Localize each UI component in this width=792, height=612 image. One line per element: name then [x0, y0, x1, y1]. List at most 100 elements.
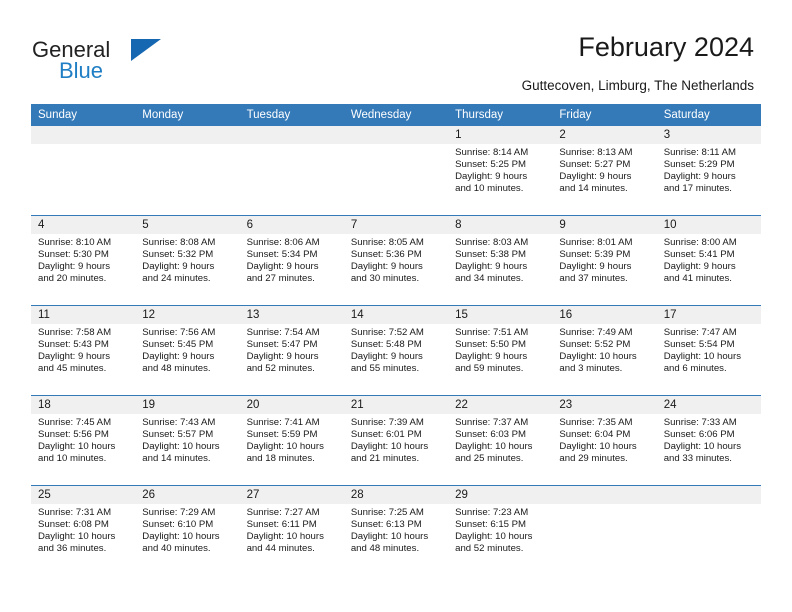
- day-detail-line: Daylight: 9 hours: [350, 351, 423, 363]
- calendar-day-cell[interactable]: 3 Sunrise: 8:11 AM Sunset: 5:29 PM Daylight…: [656, 126, 761, 216]
- weekday-header-saturday: Saturday: [656, 104, 761, 126]
- calendar-day-cell[interactable]: 5 Sunrise: 8:08 AM Sunset: 5:32 PM Daylight…: [135, 215, 240, 306]
- weekday-header-sunday: Sunday: [31, 104, 136, 126]
- day-detail-line: and 45 minutes.: [38, 363, 107, 375]
- logo-text-blue: Blue: [59, 58, 104, 83]
- day-detail-line: Sunrise: 7:43 AM: [142, 417, 216, 428]
- day-detail-line: Sunset: 6:06 PM: [663, 429, 735, 441]
- day-number: 15: [448, 306, 553, 324]
- calendar-day-cell[interactable]: 8 Sunrise: 8:03 AM Sunset: 5:38 PM Daylight…: [448, 215, 553, 306]
- calendar-day-cell[interactable]: 24 Sunrise: 7:33 AM Sunset: 6:06 PM Dayligh…: [656, 395, 761, 486]
- calendar-day-cell[interactable]: 23 Sunrise: 7:35 AM Sunset: 6:04 PM Dayligh…: [552, 395, 657, 486]
- day-detail-line: Daylight: 9 hours: [142, 261, 215, 273]
- day-number: 6: [239, 216, 344, 234]
- day-detail-line: Daylight: 10 hours: [350, 441, 429, 453]
- calendar-day-cell[interactable]: 9 Sunrise: 8:01 AM Sunset: 5:39 PM Daylight…: [552, 215, 657, 306]
- calendar-day-cell[interactable]: 26 Sunrise: 7:29 AM Sunset: 6:10 PM Dayligh…: [135, 485, 240, 575]
- day-detail-line: Daylight: 9 hours: [455, 261, 528, 273]
- day-detail-line: Sunrise: 7:27 AM: [246, 507, 320, 518]
- day-detail-line: Sunrise: 8:14 AM: [455, 147, 529, 158]
- calendar-day-cell-empty: [239, 126, 344, 216]
- day-detail-line: Daylight: 10 hours: [559, 351, 637, 363]
- day-number: 2: [552, 126, 657, 144]
- day-detail-line: and 44 minutes.: [246, 543, 315, 555]
- day-detail-line: and 34 minutes.: [455, 273, 524, 285]
- calendar-week-row: 25 Sunrise: 7:31 AM Sunset: 6:08 PM Dayligh…: [31, 485, 761, 575]
- day-detail-line: and 24 minutes.: [142, 273, 211, 285]
- day-number: 18: [31, 396, 136, 414]
- day-detail-line: Daylight: 9 hours: [559, 171, 632, 183]
- calendar-day-cell[interactable]: 14 Sunrise: 7:52 AM Sunset: 5:48 PM Dayligh…: [343, 305, 449, 396]
- day-details: [135, 144, 239, 147]
- day-detail-line: Daylight: 9 hours: [38, 351, 110, 363]
- calendar-day-cell[interactable]: 11 Sunrise: 7:58 AM Sunset: 5:43 PM Dayligh…: [31, 305, 136, 396]
- day-details: Sunrise: 7:31 AM Sunset: 6:08 PM Daylight:…: [31, 504, 135, 555]
- calendar-day-cell[interactable]: 2 Sunrise: 8:13 AM Sunset: 5:27 PM Daylight…: [552, 126, 657, 216]
- day-number: 12: [135, 306, 240, 324]
- day-detail-line: Daylight: 10 hours: [455, 531, 533, 543]
- calendar-day-cell[interactable]: 22 Sunrise: 7:37 AM Sunset: 6:03 PM Dayligh…: [448, 395, 553, 486]
- day-number: 13: [239, 306, 344, 324]
- day-detail-line: Daylight: 9 hours: [142, 351, 215, 363]
- calendar-table: Sunday Monday Tuesday Wednesday Thursday…: [31, 104, 761, 575]
- calendar-grid: Sunday Monday Tuesday Wednesday Thursday…: [31, 104, 761, 575]
- day-number: 25: [31, 486, 136, 504]
- day-number: 1: [448, 126, 553, 144]
- day-detail-line: Daylight: 10 hours: [246, 531, 324, 543]
- day-detail-line: Sunrise: 7:58 AM: [38, 327, 112, 338]
- calendar-day-cell[interactable]: 6 Sunrise: 8:06 AM Sunset: 5:34 PM Daylight…: [239, 215, 344, 306]
- day-number: [656, 486, 761, 504]
- calendar-day-cell[interactable]: 29 Sunrise: 7:23 AM Sunset: 6:15 PM Dayligh…: [448, 485, 553, 575]
- day-details: Sunrise: 8:06 AM Sunset: 5:34 PM Daylight:…: [240, 234, 344, 285]
- day-detail-line: Sunrise: 8:01 AM: [559, 237, 633, 248]
- day-detail-line: Sunset: 5:39 PM: [559, 249, 631, 261]
- day-detail-line: Sunrise: 7:56 AM: [142, 327, 216, 338]
- day-detail-line: Daylight: 9 hours: [663, 171, 736, 183]
- day-detail-line: and 27 minutes.: [246, 273, 315, 285]
- day-details: Sunrise: 7:33 AM Sunset: 6:06 PM Daylight:…: [657, 414, 761, 465]
- day-detail-line: Sunrise: 7:31 AM: [38, 507, 112, 518]
- calendar-day-cell[interactable]: 15 Sunrise: 7:51 AM Sunset: 5:50 PM Dayligh…: [448, 305, 553, 396]
- calendar-day-cell[interactable]: 21 Sunrise: 7:39 AM Sunset: 6:01 PM Dayligh…: [343, 395, 449, 486]
- day-detail-line: Sunrise: 7:45 AM: [38, 417, 112, 428]
- day-detail-line: and 52 minutes.: [455, 543, 524, 555]
- calendar-day-cell[interactable]: 4 Sunrise: 8:10 AM Sunset: 5:30 PM Daylight…: [31, 215, 136, 306]
- calendar-day-cell[interactable]: 12 Sunrise: 7:56 AM Sunset: 5:45 PM Dayligh…: [135, 305, 240, 396]
- day-details: [552, 504, 656, 507]
- day-detail-line: Sunrise: 7:25 AM: [350, 507, 424, 518]
- calendar-day-cell[interactable]: 17 Sunrise: 7:47 AM Sunset: 5:54 PM Dayligh…: [656, 305, 761, 396]
- day-detail-line: Daylight: 10 hours: [663, 441, 742, 453]
- day-detail-line: Sunrise: 8:05 AM: [350, 237, 424, 248]
- day-detail-line: and 48 minutes.: [142, 363, 211, 375]
- day-details: Sunrise: 7:25 AM Sunset: 6:13 PM Daylight:…: [344, 504, 448, 555]
- day-detail-line: Sunrise: 7:51 AM: [455, 327, 529, 338]
- day-details: Sunrise: 8:14 AM Sunset: 5:25 PM Daylight:…: [448, 144, 552, 195]
- calendar-day-cell[interactable]: 13 Sunrise: 7:54 AM Sunset: 5:47 PM Dayligh…: [239, 305, 344, 396]
- day-details: Sunrise: 7:47 AM Sunset: 5:54 PM Daylight:…: [657, 324, 761, 375]
- day-number: 23: [552, 396, 657, 414]
- day-details: Sunrise: 7:54 AM Sunset: 5:47 PM Daylight:…: [240, 324, 344, 375]
- calendar-day-cell[interactable]: 28 Sunrise: 7:25 AM Sunset: 6:13 PM Dayligh…: [343, 485, 449, 575]
- general-blue-logo[interactable]: General Blue: [32, 37, 252, 85]
- calendar-day-cell[interactable]: 18 Sunrise: 7:45 AM Sunset: 5:56 PM Dayligh…: [31, 395, 136, 486]
- calendar-day-cell[interactable]: 16 Sunrise: 7:49 AM Sunset: 5:52 PM Dayligh…: [552, 305, 657, 396]
- day-detail-line: and 10 minutes.: [455, 183, 524, 195]
- day-detail-line: Daylight: 9 hours: [38, 261, 110, 273]
- day-detail-line: and 37 minutes.: [559, 273, 628, 285]
- day-number: 26: [135, 486, 240, 504]
- calendar-day-cell[interactable]: 10 Sunrise: 8:00 AM Sunset: 5:41 PM Dayligh…: [656, 215, 761, 306]
- day-details: Sunrise: 7:23 AM Sunset: 6:15 PM Daylight:…: [448, 504, 552, 555]
- day-detail-line: Sunset: 5:59 PM: [246, 429, 318, 441]
- day-detail-line: Daylight: 10 hours: [38, 531, 116, 543]
- calendar-day-cell[interactable]: 27 Sunrise: 7:27 AM Sunset: 6:11 PM Dayligh…: [239, 485, 344, 575]
- calendar-day-cell[interactable]: 1 Sunrise: 8:14 AM Sunset: 5:25 PM Daylight…: [448, 126, 553, 216]
- day-details: Sunrise: 7:58 AM Sunset: 5:43 PM Daylight:…: [31, 324, 135, 375]
- calendar-day-cell[interactable]: 19 Sunrise: 7:43 AM Sunset: 5:57 PM Dayligh…: [135, 395, 240, 486]
- weekday-header-friday: Friday: [552, 104, 657, 126]
- day-detail-line: Daylight: 9 hours: [559, 261, 632, 273]
- calendar-day-cell[interactable]: 7 Sunrise: 8:05 AM Sunset: 5:36 PM Daylight…: [343, 215, 449, 306]
- page-header: General Blue February 2024 Guttecoven, L…: [0, 0, 792, 103]
- calendar-day-cell[interactable]: 20 Sunrise: 7:41 AM Sunset: 5:59 PM Dayligh…: [239, 395, 344, 486]
- calendar-day-cell[interactable]: 25 Sunrise: 7:31 AM Sunset: 6:08 PM Dayligh…: [31, 485, 136, 575]
- day-detail-line: Sunset: 6:08 PM: [38, 519, 109, 531]
